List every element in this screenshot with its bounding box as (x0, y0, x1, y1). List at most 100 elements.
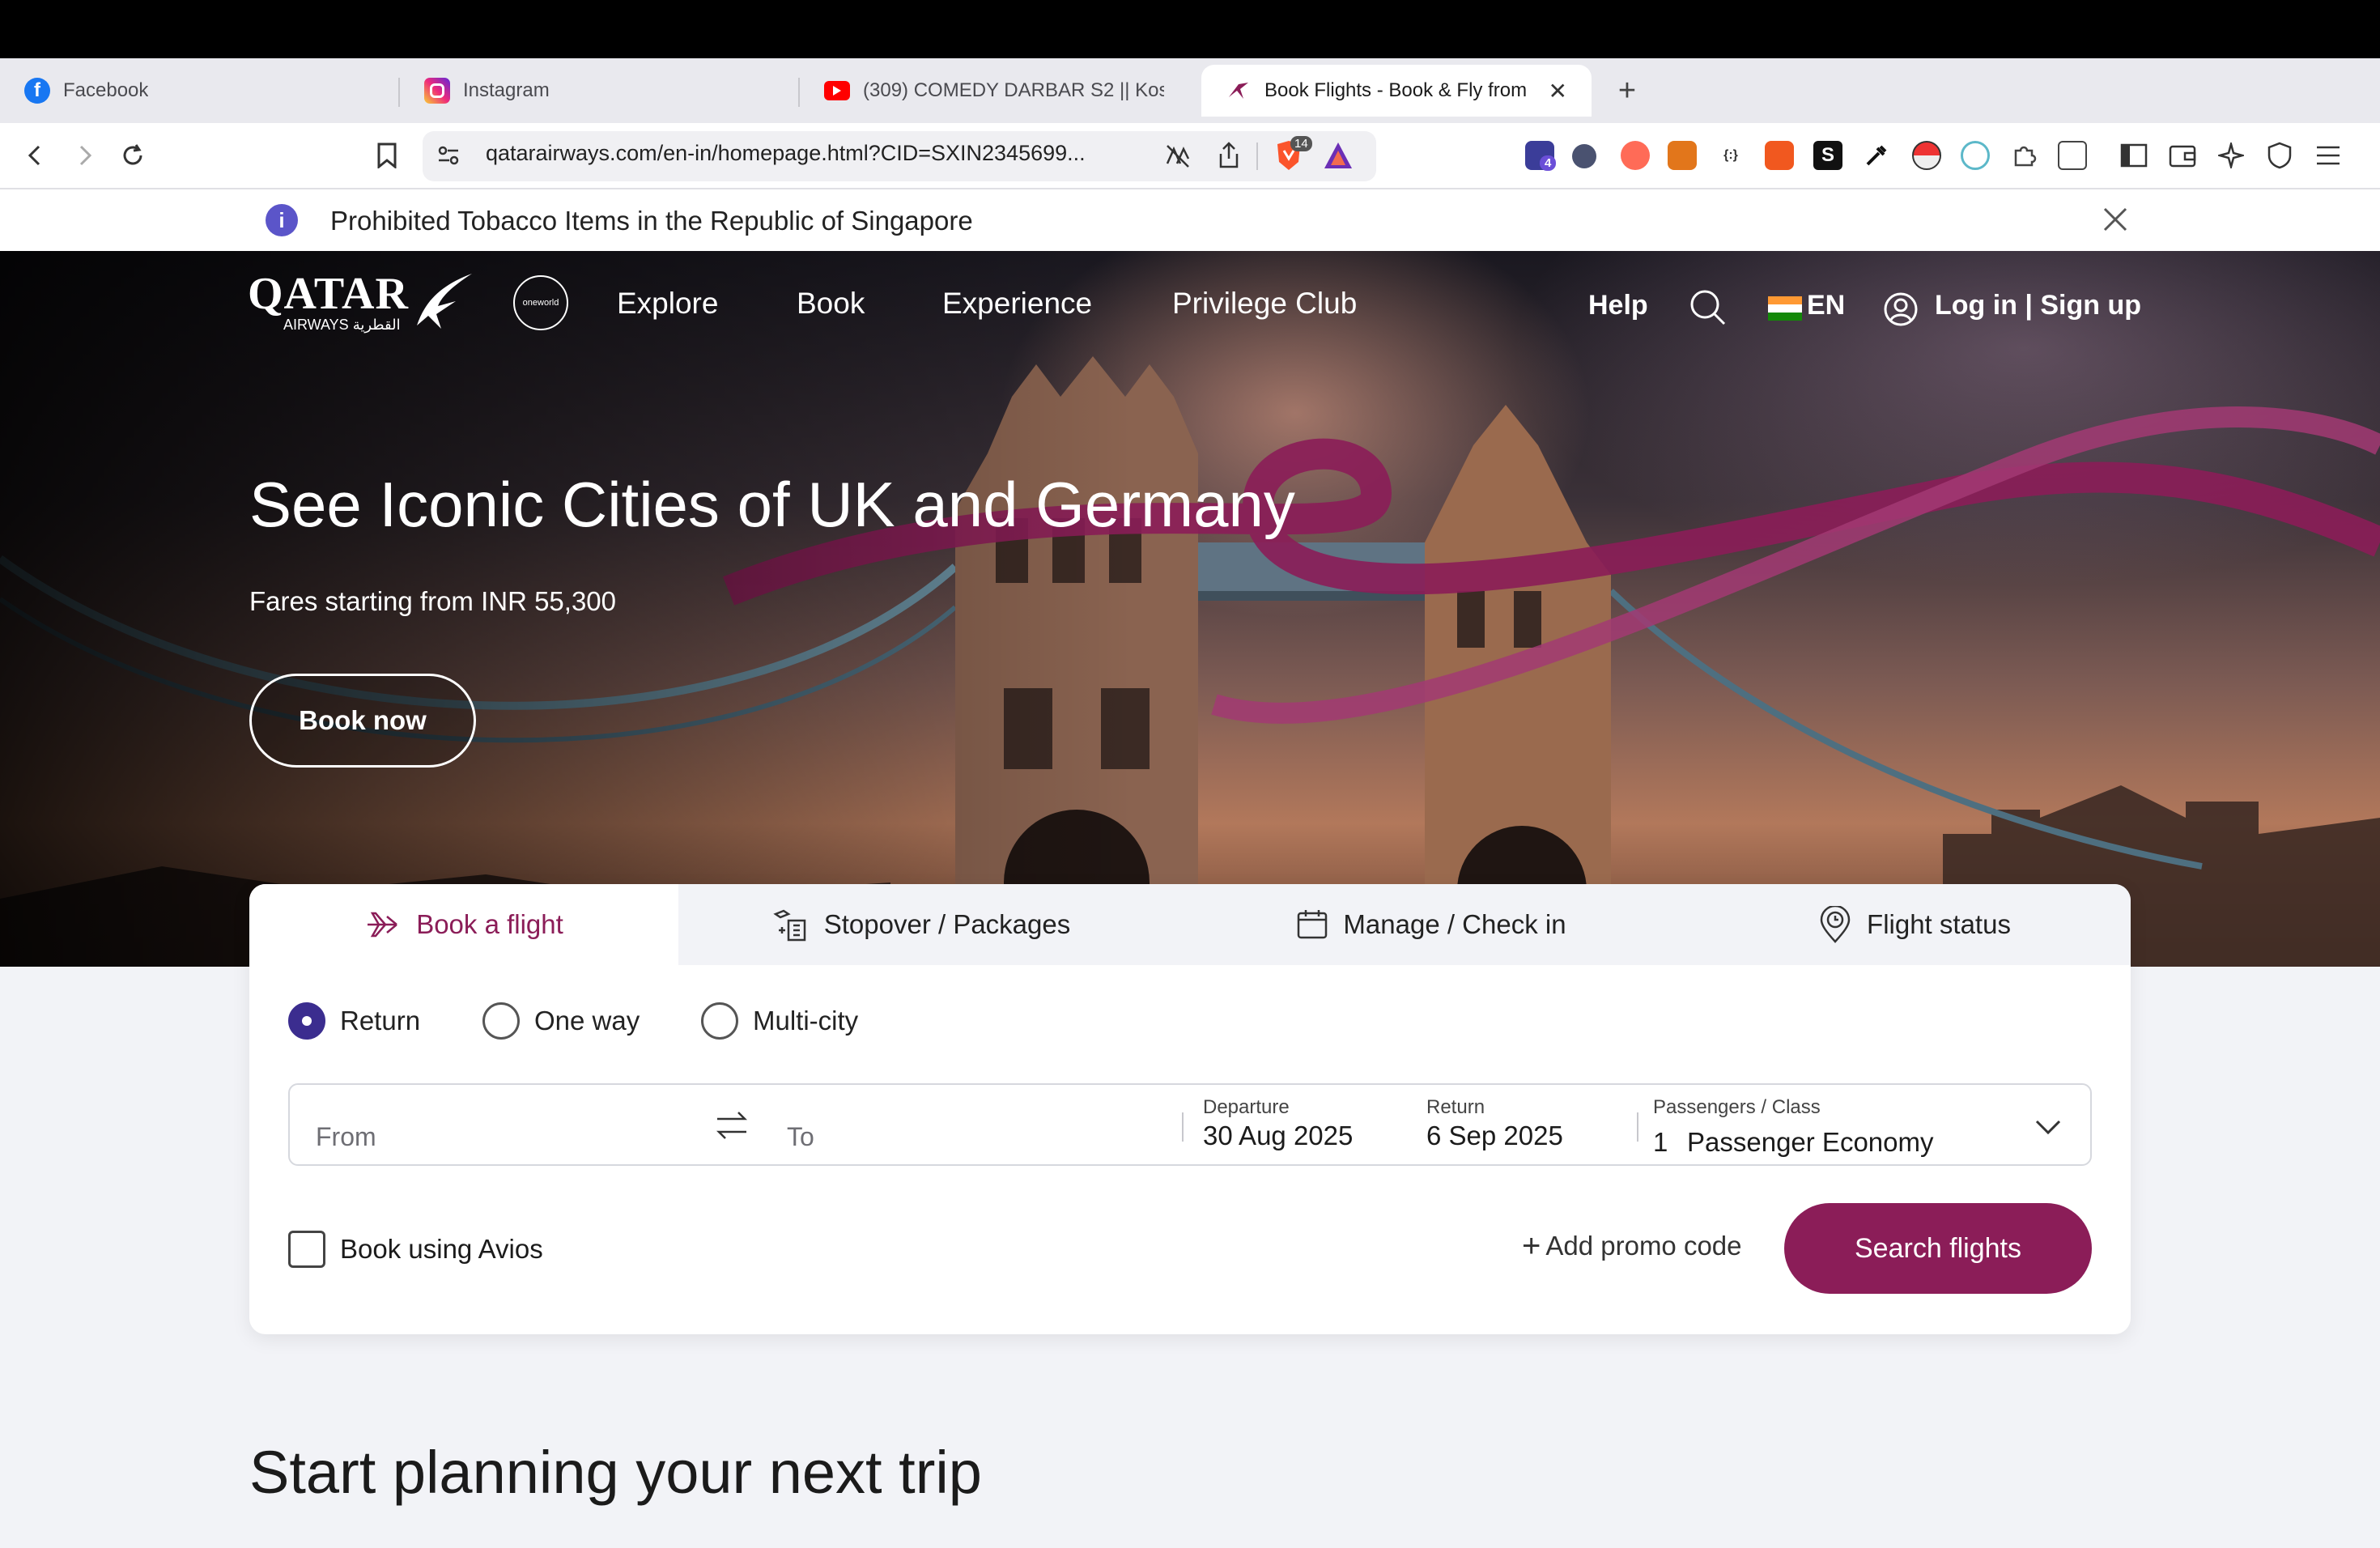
login-signup-link[interactable]: Log in | Sign up (1935, 290, 2141, 321)
radio-unselected (701, 1002, 738, 1040)
shields-count-badge: 14 (1290, 136, 1312, 151)
pokeball-icon[interactable] (1912, 141, 1941, 170)
location-clock-icon (1818, 906, 1852, 943)
extension-cube-icon[interactable]: 4 (1525, 141, 1557, 171)
logo-wordmark: QATAR (248, 269, 409, 319)
reader-mode-icon[interactable] (1164, 142, 1192, 170)
book-using-avios[interactable]: Book using Avios (288, 1231, 543, 1268)
hero-title: See Iconic Cities of UK and Germany (249, 469, 1295, 540)
tab-title: Book Flights - Book & Fly from (1264, 79, 1528, 101)
field-divider (1637, 1112, 1638, 1142)
passengers-class[interactable]: Passenger Economy (1687, 1127, 1934, 1158)
forward-icon[interactable] (68, 139, 100, 172)
calendar-icon (1296, 908, 1328, 941)
brave-rewards-icon[interactable] (1323, 141, 1354, 170)
address-divider (1256, 142, 1258, 170)
nav-explore[interactable]: Explore (617, 287, 718, 321)
qatar-airways-logo[interactable]: QATAR AIRWAYS القطرية (248, 269, 474, 334)
tab-facebook[interactable]: f Facebook (0, 65, 397, 117)
passengers-label: Passengers / Class (1653, 1096, 1821, 1118)
avios-label: Book using Avios (340, 1234, 543, 1264)
search-flights-button[interactable]: Search flights (1784, 1203, 2092, 1294)
notice-text[interactable]: Prohibited Tobacco Items in the Republic… (330, 206, 973, 236)
new-tab-button[interactable]: + (1611, 74, 1643, 107)
close-tab-icon[interactable]: ✕ (1549, 78, 1567, 104)
extension-globe-icon[interactable] (1961, 141, 1990, 170)
hero-banner: QATAR AIRWAYS القطرية oneworld Explore B… (0, 251, 2380, 967)
return-label: Return (1426, 1096, 1485, 1118)
sidebar-toggle-icon[interactable] (2118, 139, 2150, 172)
youtube-icon (824, 81, 850, 100)
tab-flight-status[interactable]: Flight status (1698, 884, 2131, 965)
promo-label: Add promo code (1545, 1231, 1742, 1261)
tab-strip: f Facebook Instagram (309) COMEDY DARBAR… (0, 58, 2380, 123)
add-promo-code-link[interactable]: + Add promo code (1522, 1228, 1742, 1264)
wallet-icon[interactable] (2166, 139, 2199, 172)
extension-target-icon[interactable] (1621, 141, 1650, 170)
vpn-shield-icon[interactable] (2263, 139, 2296, 172)
radio-label: Multi-city (753, 1006, 859, 1036)
tab-book-a-flight[interactable]: Book a flight (249, 884, 678, 965)
reload-icon[interactable] (117, 139, 149, 172)
menu-icon[interactable] (2312, 139, 2344, 172)
extension-cursor-icon[interactable] (1572, 144, 1596, 168)
instagram-icon (424, 78, 450, 104)
plus-icon: + (1522, 1228, 1541, 1264)
stopover-icon (772, 906, 810, 943)
tab-label: Stopover / Packages (823, 909, 1071, 939)
share-icon[interactable] (1216, 141, 1242, 170)
swap-icon[interactable] (714, 1108, 750, 1143)
qatar-favicon (1226, 78, 1252, 104)
extension-record-icon[interactable] (1765, 141, 1794, 170)
window-top-bar (0, 0, 2380, 58)
tab-title: Instagram (463, 79, 550, 101)
nav-experience[interactable]: Experience (942, 287, 1092, 321)
bookmark-icon[interactable] (371, 139, 403, 172)
logo-subtext: AIRWAYS القطرية (283, 317, 401, 333)
help-link[interactable]: Help (1588, 290, 1648, 321)
avios-checkbox[interactable] (288, 1231, 325, 1268)
language-selector[interactable]: EN (1807, 290, 1845, 321)
metamask-icon[interactable] (1668, 141, 1697, 170)
url-text[interactable]: qatarairways.com/en-in/homepage.html?CID… (486, 141, 1086, 166)
plane-icon (364, 908, 402, 941)
to-field[interactable]: To (787, 1122, 814, 1152)
extension-braces-icon[interactable]: {:} (1716, 141, 1745, 170)
book-now-button[interactable]: Book now (249, 674, 476, 768)
tab-label: Manage / Check in (1343, 909, 1566, 939)
departure-date[interactable]: 30 Aug 2025 (1203, 1121, 1353, 1151)
nav-privilege-club[interactable]: Privilege Club (1172, 287, 1357, 321)
trip-type-return[interactable]: Return (288, 1002, 420, 1040)
chevron-down-icon[interactable] (2034, 1112, 2063, 1142)
nav-book[interactable]: Book (797, 287, 865, 321)
passengers-count[interactable]: 1 (1653, 1127, 1668, 1158)
tab-manage-check-in[interactable]: Manage / Check in (1205, 884, 1658, 965)
radio-selected (288, 1002, 325, 1040)
extensions-puzzle-icon[interactable] (2009, 141, 2038, 170)
back-icon[interactable] (19, 139, 52, 172)
tab-stopover-packages[interactable]: Stopover / Packages (678, 884, 1164, 965)
return-date[interactable]: 6 Sep 2025 (1426, 1121, 1563, 1151)
section-title: Start planning your next trip (249, 1439, 982, 1506)
oneworld-logo[interactable]: oneworld (513, 275, 568, 330)
notice-banner: i Prohibited Tobacco Items in the Republ… (0, 189, 2380, 251)
from-field[interactable]: From (316, 1122, 376, 1152)
search-icon[interactable] (1689, 288, 1728, 327)
trip-type-multi-city[interactable]: Multi-city (701, 1002, 858, 1040)
tab-qatar-airways[interactable]: Book Flights - Book & Fly from ✕ (1201, 65, 1592, 117)
radio-label: One way (534, 1006, 640, 1036)
brave-shields-icon[interactable]: 14 (1273, 136, 1312, 173)
leo-ai-icon[interactable] (2215, 139, 2247, 172)
site-settings-icon[interactable] (436, 142, 461, 168)
oryx-icon (416, 274, 472, 329)
eyedropper-icon[interactable] (1862, 141, 1891, 170)
extension-search-box-icon[interactable] (2058, 141, 2087, 170)
info-icon: i (266, 204, 298, 236)
extension-s-icon[interactable]: S (1813, 141, 1842, 170)
tab-instagram[interactable]: Instagram (400, 65, 798, 117)
user-icon[interactable] (1883, 291, 1919, 327)
close-icon[interactable] (2100, 204, 2131, 235)
tab-title: (309) COMEDY DARBAR S2 || Kosh (863, 79, 1164, 101)
tab-youtube[interactable]: (309) COMEDY DARBAR S2 || Kosh (800, 65, 1188, 117)
trip-type-one-way[interactable]: One way (482, 1002, 640, 1040)
